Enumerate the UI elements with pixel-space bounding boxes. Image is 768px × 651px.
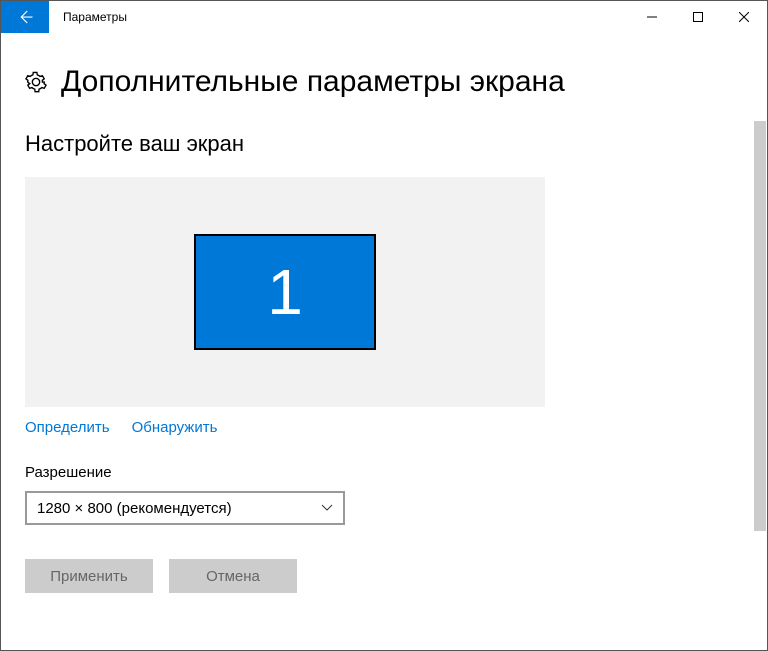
arrow-left-icon [16, 8, 34, 26]
scrollbar[interactable] [754, 121, 766, 531]
maximize-button[interactable] [675, 1, 721, 33]
page-title: Дополнительные параметры экрана [61, 65, 565, 99]
resolution-value: 1280 × 800 (рекомендуется) [37, 500, 232, 517]
section-title: Настройте ваш экран [25, 131, 743, 157]
display-preview: 1 [25, 177, 545, 407]
window-controls [629, 1, 767, 33]
close-button[interactable] [721, 1, 767, 33]
minimize-icon [647, 12, 657, 22]
resolution-select[interactable]: 1280 × 800 (рекомендуется) [25, 491, 345, 525]
gear-icon [25, 71, 47, 93]
page-header: Дополнительные параметры экрана [25, 65, 743, 99]
link-row: Определить Обнаружить [25, 419, 743, 436]
maximize-icon [693, 12, 703, 22]
window-title: Параметры [49, 1, 629, 33]
monitor-thumbnail[interactable]: 1 [194, 234, 376, 350]
button-row: Применить Отмена [25, 559, 743, 593]
close-icon [739, 12, 749, 22]
apply-button[interactable]: Применить [25, 559, 153, 593]
resolution-label: Разрешение [25, 464, 743, 481]
back-button[interactable] [1, 1, 49, 33]
minimize-button[interactable] [629, 1, 675, 33]
titlebar: Параметры [1, 1, 767, 33]
content-area: Дополнительные параметры экрана Настройт… [1, 33, 767, 650]
cancel-button[interactable]: Отмена [169, 559, 297, 593]
identify-link[interactable]: Определить [25, 419, 110, 436]
monitor-number: 1 [267, 255, 303, 329]
detect-link[interactable]: Обнаружить [132, 419, 218, 436]
chevron-down-icon [321, 500, 333, 517]
